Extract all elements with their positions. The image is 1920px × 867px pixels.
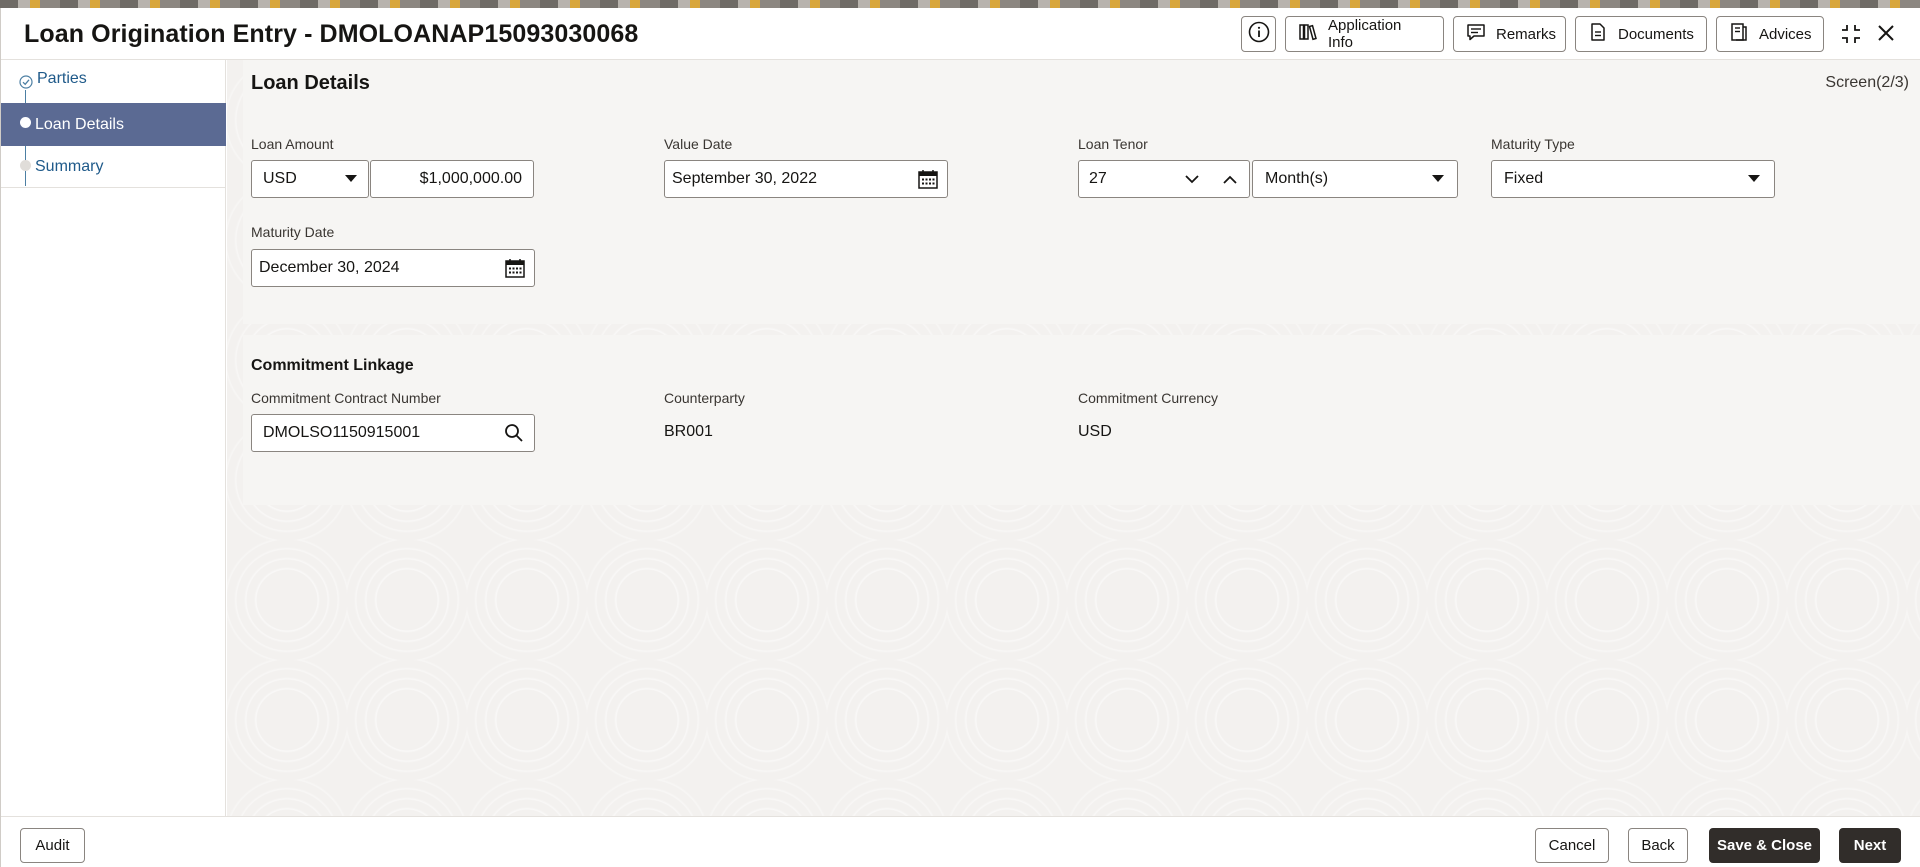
search-icon[interactable] — [494, 423, 534, 443]
page-title: Loan Origination Entry - DMOLOANAP150930… — [24, 20, 639, 48]
save-close-button[interactable]: Save & Close — [1709, 828, 1820, 863]
sidebar-item-parties[interactable]: Parties — [1, 60, 226, 102]
info-button[interactable] — [1241, 16, 1276, 52]
counterparty-label: Counterparty — [664, 390, 745, 406]
maturity-type-value: Fixed — [1504, 170, 1544, 187]
advices-button[interactable]: Advices — [1716, 16, 1824, 52]
maturity-type-select[interactable]: Fixed — [1491, 160, 1775, 198]
documents-label: Documents — [1618, 25, 1694, 43]
main-content: Loan Details Screen(2/3) Loan Amount USD… — [227, 60, 1920, 816]
application-info-button[interactable]: Application Info — [1285, 16, 1444, 52]
train-stop-navigation: Parties Loan Details Summary — [1, 60, 226, 816]
caret-down-icon — [334, 175, 368, 183]
maturity-type-label: Maturity Type — [1491, 136, 1575, 152]
section-title: Commitment Linkage — [251, 357, 414, 374]
commitment-contract-number-input[interactable]: DMOLSO1150915001 — [251, 414, 535, 452]
counterparty-value: BR001 — [664, 423, 713, 440]
calendar-icon[interactable] — [496, 257, 534, 279]
back-button[interactable]: Back — [1628, 828, 1688, 863]
calendar-icon[interactable] — [909, 168, 947, 190]
value-date-input[interactable]: September 30, 2022 — [664, 160, 948, 198]
sidebar-item-label: Summary — [35, 158, 104, 175]
cancel-button[interactable]: Cancel — [1535, 828, 1609, 863]
chevron-up-icon[interactable] — [1211, 175, 1249, 184]
loan-amount-input[interactable]: $1,000,000.00 — [370, 160, 534, 198]
section-title: Loan Details — [251, 72, 370, 94]
loan-amount-value: $1,000,000.00 — [419, 170, 522, 187]
sidebar-item-label: Loan Details — [35, 116, 124, 133]
value-date-value: September 30, 2022 — [672, 170, 817, 187]
document-icon — [1588, 22, 1608, 46]
maturity-date-label: Maturity Date — [251, 224, 335, 240]
loan-tenor-label: Loan Tenor — [1078, 136, 1148, 152]
documents-button[interactable]: Documents — [1575, 16, 1707, 52]
chevron-down-icon[interactable] — [1173, 174, 1211, 184]
loan-tenor-stepper[interactable]: 27 — [1078, 160, 1250, 198]
loan-origination-window: Loan Origination Entry - DMOLOANAP150930… — [0, 8, 1920, 867]
advice-document-icon — [1729, 22, 1749, 46]
books-icon — [1298, 22, 1318, 46]
current-step-icon — [20, 117, 31, 128]
advices-label: Advices — [1759, 25, 1812, 43]
loan-amount-label: Loan Amount — [251, 136, 334, 152]
comment-icon — [1466, 22, 1486, 46]
sidebar-item-loan-details[interactable]: Loan Details — [1, 103, 226, 146]
tenor-unit-value: Month(s) — [1265, 170, 1329, 187]
commitment-currency-value: USD — [1078, 423, 1112, 440]
title-bar: Loan Origination Entry - DMOLOANAP150930… — [1, 8, 1920, 60]
pending-step-icon — [20, 160, 31, 171]
audit-button[interactable]: Audit — [20, 828, 85, 863]
currency-value: USD — [263, 170, 297, 187]
tenor-unit-select[interactable]: Month(s) — [1252, 160, 1458, 198]
remarks-button[interactable]: Remarks — [1453, 16, 1566, 52]
screen-indicator: Screen(2/3) — [1825, 74, 1909, 91]
close-icon[interactable] — [1875, 22, 1897, 49]
currency-select[interactable]: USD — [251, 160, 369, 198]
remarks-label: Remarks — [1496, 25, 1557, 43]
maturity-date-input[interactable]: December 30, 2024 — [251, 249, 535, 287]
commitment-linkage-section: Commitment Linkage Commitment Contract N… — [243, 335, 1920, 505]
check-circle-icon — [19, 75, 33, 89]
commitment-contract-number-value: DMOLSO1150915001 — [263, 424, 421, 441]
sidebar-item-label: Parties — [37, 70, 87, 87]
commitment-contract-number-label: Commitment Contract Number — [251, 390, 441, 406]
value-date-label: Value Date — [664, 136, 733, 152]
next-button[interactable]: Next — [1839, 828, 1901, 863]
footer-bar: Audit Cancel Back Save & Close Next — [1, 816, 1920, 867]
caret-down-icon — [1419, 175, 1457, 183]
loan-tenor-value: 27 — [1089, 170, 1107, 187]
loan-details-section: Loan Details Screen(2/3) Loan Amount USD… — [243, 60, 1920, 324]
maturity-date-value: December 30, 2024 — [259, 259, 400, 276]
caret-down-icon — [1734, 175, 1774, 183]
expand-icon[interactable] — [1839, 22, 1863, 51]
application-info-label: Application Info — [1328, 17, 1402, 51]
sidebar-item-summary[interactable]: Summary — [1, 146, 226, 188]
info-icon — [1248, 21, 1270, 47]
background-strip — [0, 0, 1920, 8]
commitment-currency-label: Commitment Currency — [1078, 390, 1219, 406]
